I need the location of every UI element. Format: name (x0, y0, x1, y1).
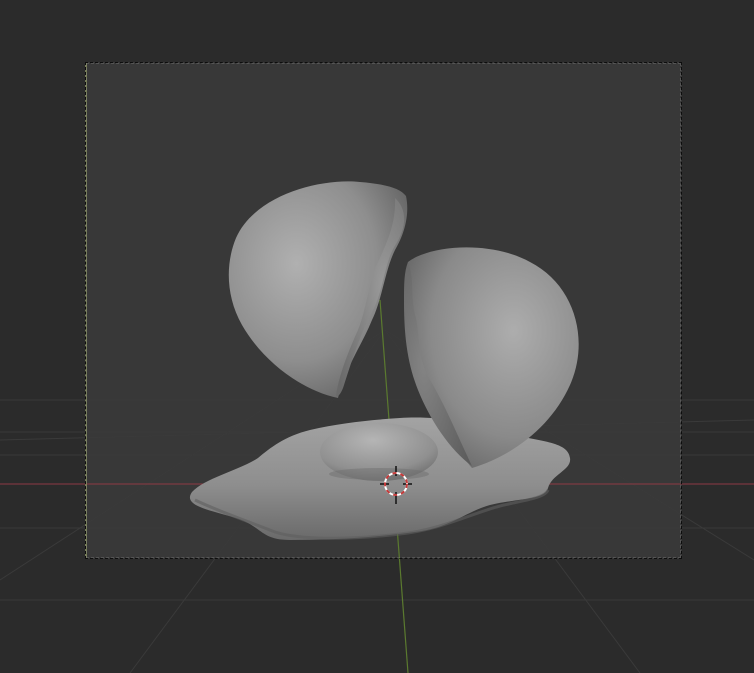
3d-viewport[interactable] (0, 0, 754, 673)
egg-yolk-shadow (329, 468, 429, 480)
viewport-scene[interactable] (0, 0, 754, 673)
